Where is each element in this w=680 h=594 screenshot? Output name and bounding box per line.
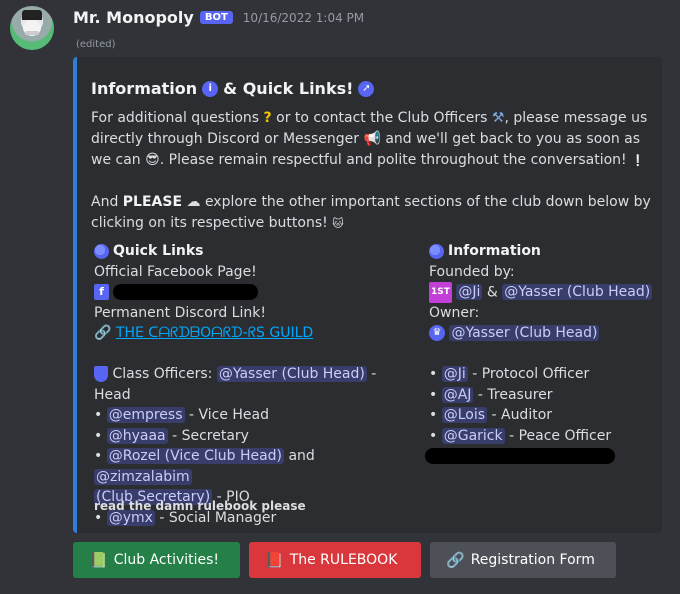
founders-row: 1ST @Ji & @Yasser (Club Head) [429,282,669,303]
button-label: The RULEBOOK [289,552,398,568]
desc-text: . Please remain respectful and polite th… [159,152,627,168]
pin-icon: ➚ [358,80,375,97]
officer-row: • @Lois - Auditor [429,407,553,424]
edited-label: (edited) [76,39,116,50]
embed-description: For additional questions ? or to contact… [91,108,651,234]
and-text: and [288,448,315,464]
rulebook-icon: 📕 [265,551,284,569]
officer-row: • @hyaaa - Secretary [94,427,249,444]
mention[interactable]: @Yasser (Club Head) [449,325,600,342]
mention[interactable]: @Rozel (Vice Club Head) [106,448,285,464]
megaphone-icon: 📢 [363,131,381,147]
amp-text: & [486,284,498,301]
facebook-icon: f [94,284,109,300]
book-icon: 📗 [89,551,108,569]
desc-bold: PLEASE [122,194,183,210]
facebook-row: f [94,282,414,303]
crown-icon: ♛ [429,325,445,342]
button-row: 📗 Club Activities! 📕 The RULEBOOK 🔗 Regi… [73,542,616,578]
officer-row: • @empress - Vice Head [94,407,269,423]
title-quick-links: & Quick Links! [223,79,354,98]
guild-link-row: 🔗 THE ᑕᗩᖇᗪᗷOᗩᖇᗪ-ᖇS GUILD [94,323,414,344]
embed-card: Information i & Quick Links! ➚ For addit… [73,57,662,533]
button-label: Club Activities! [113,552,220,568]
button-label: Registration Form [470,552,595,568]
field-title-text: Information [448,243,541,259]
embed-footer: read the damn rulebook please [94,499,306,513]
officer-role: - Secretary [172,427,249,444]
owner-label: Owner: [429,304,480,321]
first-place-icon: 1ST [429,282,452,303]
mention[interactable]: @AJ [441,386,474,403]
cloud-icon: ☁ [186,194,201,210]
redacted-facebook-link [113,284,259,300]
officer-role: - Auditor [491,407,553,424]
cool-face-icon: 😎 [145,152,160,168]
club-activities-button[interactable]: 📗 Club Activities! [73,542,240,578]
mention[interactable]: @Ji [456,284,483,301]
desc-text: or to contact the Club Officers [276,110,488,126]
mention[interactable]: @hyaaa [106,427,168,444]
sticker-icon: 🐱 [332,217,344,230]
officer-role: - Protocol Officer [472,366,590,383]
redacted-text [425,448,615,465]
officers-label: Class Officers: [112,366,213,382]
redacted-row [425,446,669,467]
mention[interactable]: @Ji [441,366,468,383]
globe-icon [94,243,109,259]
mention[interactable]: @empress [106,407,185,423]
founded-label: Founded by: [429,263,515,280]
desc-text: For additional questions [91,110,260,126]
guild-link[interactable]: THE ᑕᗩᖇᗪᗷOᗩᖇᗪ-ᖇS GUILD [116,325,313,341]
officer-role: - Treasurer [477,386,553,403]
owner-row: ♛ @Yasser (Club Head) [429,323,669,344]
timestamp[interactable]: 10/16/2022 1:04 PM [243,11,364,25]
mention[interactable]: @Garick [441,427,505,444]
shield-icon [94,366,108,382]
officer-row: • @AJ - Treasurer [429,386,553,403]
field-title-text: Quick Links [113,243,204,259]
link-icon: 🔗 [94,325,112,341]
embed-title: Information i & Quick Links! ➚ [91,79,375,98]
username[interactable]: Mr. Monopoly [73,8,194,27]
officer-role: - Vice Head [188,407,269,423]
information-field: Information Founded by: 1ST @Ji & @Yasse… [425,241,669,467]
bot-avatar[interactable] [10,6,54,50]
message-header: Mr. Monopoly BOT 10/16/2022 1:04 PM [73,8,364,27]
officer-role: - Peace Officer [509,427,612,444]
globe-icon [429,243,444,259]
sparkle-icon: ❕ [631,154,645,167]
facebook-label: Official Facebook Page! [94,263,257,280]
tools-icon: ⚒ [491,110,505,126]
quick-links-field: Quick Links Official Facebook Page! f Pe… [94,241,414,528]
officer-row: • @Ji - Protocol Officer [429,366,590,383]
discord-label: Permanent Discord Link! [94,304,266,321]
quick-links-title: Quick Links [94,241,414,262]
bot-badge: BOT [199,11,233,24]
registration-form-button[interactable]: 🔗 Registration Form [430,542,616,578]
link-icon: 🔗 [446,551,465,569]
title-information: Information [91,79,198,98]
officer-row: Class Officers: @Yasser (Club Head) - He… [94,364,414,405]
info-icon: i [202,80,219,97]
officer-row: • @Garick - Peace Officer [429,427,612,444]
mention[interactable]: @Yasser (Club Head) [216,366,367,382]
information-title: Information [429,241,669,262]
question-icon: ? [263,110,272,126]
desc-text: And [91,194,119,210]
mention[interactable]: @zimzalabim [94,468,192,485]
mention[interactable]: @Lois [441,407,488,424]
mention[interactable]: @Yasser (Club Head) [502,284,653,301]
rulebook-button[interactable]: 📕 The RULEBOOK [249,542,421,578]
